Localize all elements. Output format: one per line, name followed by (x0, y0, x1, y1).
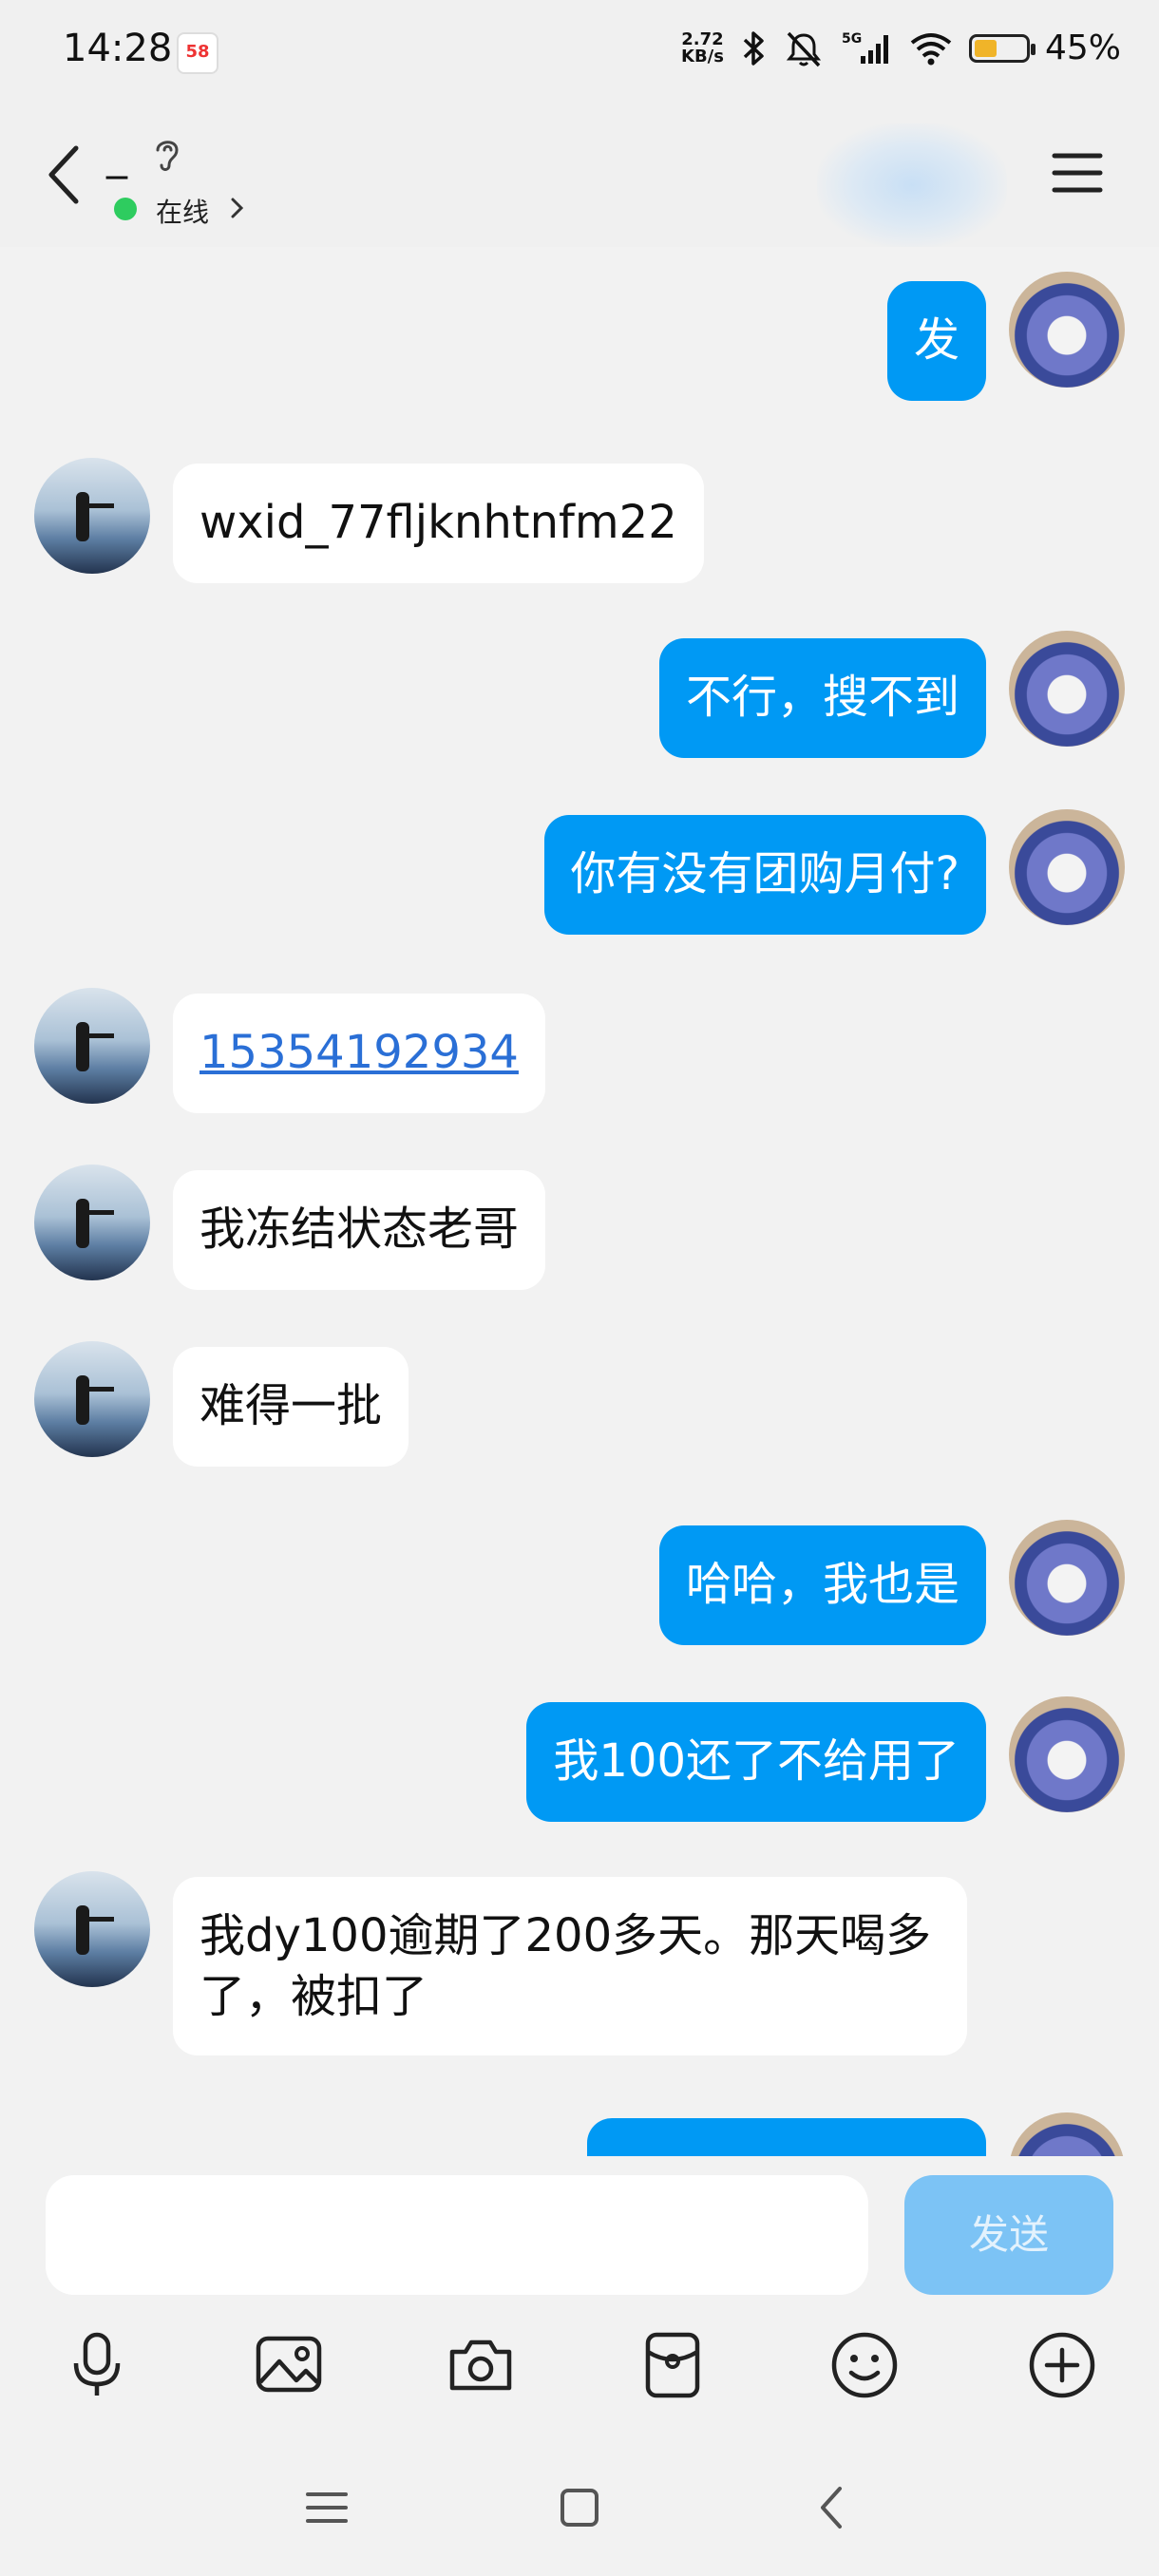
message-list[interactable]: 发 wxid_77fljknhtnfm22 不行，搜不到 你有没有团购月付? 1… (0, 247, 1159, 2156)
my-avatar[interactable] (1009, 1520, 1125, 1636)
outgoing-message[interactable]: 你有没有团购月付? (543, 815, 986, 935)
mute-icon (786, 31, 822, 66)
message-row: 我dy100逾期了200多天。那天喝多了，被扣了 (0, 1871, 1159, 2061)
send-button[interactable]: 发送 (904, 2175, 1113, 2295)
message-row: 发 (0, 272, 1159, 405)
input-bar: 发送 (0, 2156, 1159, 2299)
my-avatar[interactable] (1009, 2112, 1125, 2156)
status-indicators: 2.72 KB/s 5G 45% (681, 28, 1121, 67)
incoming-message[interactable]: 我dy100逾期了200多天。那天喝多了，被扣了 (173, 1877, 967, 2055)
bluetooth-icon (743, 30, 764, 66)
contact-avatar[interactable] (34, 1871, 150, 1987)
message-row: wxid_77fljknhtnfm22 (0, 458, 1159, 583)
back-button[interactable] (36, 137, 93, 213)
message-row: 我100还了不给用了 (0, 1696, 1159, 1826)
online-status-text[interactable]: 在线 (156, 192, 209, 230)
incoming-message[interactable]: 我冻结状态老哥 (173, 1170, 546, 1290)
phone-link[interactable]: 15354192934 (200, 1026, 519, 1079)
outgoing-message[interactable]: 不行，搜不到 (658, 638, 986, 758)
emoji-icon[interactable] (826, 2327, 902, 2403)
status-time: 14:28 (63, 27, 173, 70)
message-row: 难得一批 (0, 1341, 1159, 1467)
outgoing-message[interactable]: 发 (886, 281, 986, 401)
home-icon[interactable] (551, 2479, 608, 2536)
system-navigation-bar (0, 2441, 1159, 2576)
microphone-icon[interactable] (59, 2327, 135, 2403)
outgoing-message-partial[interactable] (587, 2118, 986, 2156)
incoming-message[interactable]: 15354192934 (173, 994, 545, 1113)
online-status-dot (114, 198, 137, 220)
red-packet-icon[interactable] (635, 2327, 711, 2403)
recents-menu-icon[interactable] (298, 2479, 355, 2536)
my-avatar[interactable] (1009, 809, 1125, 925)
battery-percent: 45% (1044, 28, 1121, 67)
message-row: 你有没有团购月付? (0, 809, 1159, 938)
incoming-message[interactable]: 难得一批 (173, 1347, 409, 1467)
battery-fill (974, 39, 997, 57)
network-speed-value: 2.72 (681, 28, 724, 49)
message-row: 我冻结状态老哥 (0, 1165, 1159, 1290)
message-row: 不行，搜不到 (0, 631, 1159, 762)
battery-icon (968, 33, 1036, 63)
image-icon[interactable] (251, 2327, 327, 2403)
outgoing-message[interactable]: 我100还了不给用了 (526, 1702, 986, 1822)
outgoing-message[interactable]: 哈哈，我也是 (658, 1525, 986, 1645)
ear-icon[interactable] (150, 133, 184, 175)
blurred-region (817, 123, 1007, 247)
input-toolbar (0, 2299, 1159, 2441)
my-avatar[interactable] (1009, 1696, 1125, 1812)
contact-name[interactable]: _ (106, 131, 127, 180)
status-bar: 14:28 58 2.72 KB/s 5G 45% (0, 0, 1159, 104)
message-row: 15354192934 (0, 988, 1159, 1113)
menu-button[interactable] (1051, 148, 1104, 198)
message-row (0, 2112, 1159, 2156)
wifi-icon (910, 32, 952, 65)
app-notification-icon: 58 (177, 32, 218, 74)
my-avatar[interactable] (1009, 631, 1125, 747)
svg-text:5G: 5G (842, 31, 862, 47)
message-input[interactable] (46, 2175, 868, 2295)
chat-header: _ 在线 (0, 104, 1159, 247)
message-row: 哈哈，我也是 (0, 1520, 1159, 1649)
network-speed: 2.72 KB/s (681, 28, 724, 66)
contact-avatar[interactable] (34, 458, 150, 574)
camera-icon[interactable] (443, 2327, 519, 2403)
my-avatar[interactable] (1009, 272, 1125, 388)
contact-avatar[interactable] (34, 1165, 150, 1280)
network-speed-unit: KB/s (681, 46, 724, 66)
plus-icon[interactable] (1024, 2327, 1100, 2403)
chevron-right-icon[interactable] (228, 194, 247, 222)
back-nav-icon[interactable] (804, 2479, 861, 2536)
contact-avatar[interactable] (34, 1341, 150, 1457)
signal-5g-icon: 5G (842, 31, 888, 64)
incoming-message[interactable]: wxid_77fljknhtnfm22 (173, 464, 704, 583)
contact-avatar[interactable] (34, 988, 150, 1104)
